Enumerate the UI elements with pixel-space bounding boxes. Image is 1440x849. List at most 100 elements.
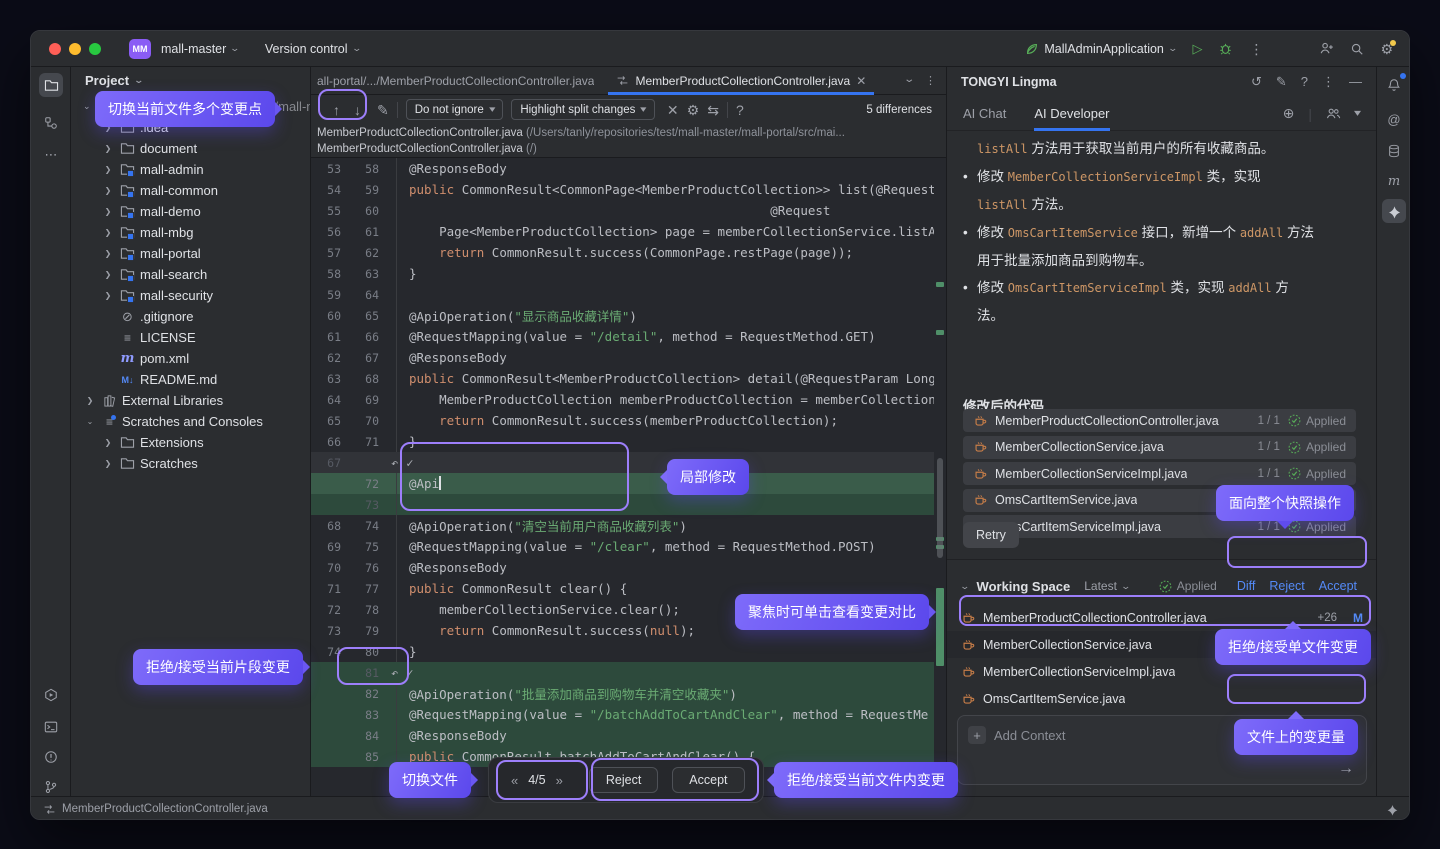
tree-item-mall-common[interactable]: ❯mall-common: [71, 180, 311, 201]
code-line[interactable]: 6065@ApiOperation("显示商品收藏详情"): [311, 305, 934, 326]
reject-file-button[interactable]: Reject: [589, 767, 658, 793]
modified-file-card[interactable]: MemberCollectionService.java1 / 1Applied: [963, 436, 1356, 459]
workspace-accept-link[interactable]: Accept: [1319, 579, 1357, 593]
terminal-tool-button[interactable]: [39, 715, 63, 739]
swap-sides-icon[interactable]: ⇆: [707, 103, 719, 117]
workspace-reject-link[interactable]: Reject: [1269, 579, 1304, 593]
code-line[interactable]: 6166@RequestMapping(value = "/detail", m…: [311, 326, 934, 347]
code-line[interactable]: 82@ApiOperation("批量添加商品到购物车并清空收藏夹"): [311, 683, 934, 704]
close-tab-icon[interactable]: ✕: [856, 74, 866, 88]
tree-item-mall-admin[interactable]: ❯mall-admin: [71, 159, 311, 180]
code-line[interactable]: 5661 Page<MemberProductCollection> page …: [311, 221, 934, 242]
highlight-mode-dropdown[interactable]: Highlight split changes▾: [511, 99, 655, 120]
next-file-icon[interactable]: »: [556, 773, 563, 788]
help-icon[interactable]: ?: [1301, 74, 1308, 90]
accept-snippet-icon[interactable]: ✓: [406, 456, 413, 470]
more-icon[interactable]: ⋮: [1322, 74, 1335, 90]
tree-item-scratches[interactable]: ❯Scratches: [71, 453, 311, 474]
problems-tool-button[interactable]: [39, 745, 63, 769]
code-line[interactable]: 6368public CommonResult<MemberProductCol…: [311, 368, 934, 389]
code-line[interactable]: 5459public CommonResult<CommonPage<Membe…: [311, 179, 934, 200]
tree-item-document[interactable]: ❯document: [71, 138, 311, 159]
help-icon[interactable]: ?: [736, 103, 744, 117]
run-configuration-selector[interactable]: MallAdminApplication⌄: [1025, 42, 1176, 56]
tab-ai-developer[interactable]: AI Developer: [1034, 97, 1109, 131]
code-line[interactable]: 6267@ResponseBody: [311, 347, 934, 368]
tab-options-icon[interactable]: ⋮: [925, 74, 936, 87]
scrollbar-thumb[interactable]: [937, 458, 943, 558]
tree-item-mall-security[interactable]: ❯mall-security: [71, 285, 311, 306]
tree-item-license[interactable]: ≡LICENSE: [71, 327, 311, 348]
tree-item--gitignore[interactable]: ⊘.gitignore: [71, 306, 311, 327]
minimize-panel-icon[interactable]: —: [1349, 74, 1362, 90]
revert-snippet-icon[interactable]: ↶: [391, 666, 398, 680]
send-icon[interactable]: →: [1338, 760, 1354, 778]
new-chat-icon[interactable]: ✎: [1276, 74, 1287, 90]
previous-change-button[interactable]: ↑: [333, 103, 340, 117]
workspace-file-row[interactable]: OmsCartItemService.java: [947, 685, 1376, 712]
previous-file-icon[interactable]: «: [511, 773, 518, 788]
accept-file-button[interactable]: Accept: [672, 767, 744, 793]
lingma-status-icon[interactable]: [1386, 803, 1399, 816]
services-tool-button[interactable]: [39, 683, 63, 707]
code-line[interactable]: 5358@ResponseBody: [311, 158, 934, 179]
commit-tool-button[interactable]: [39, 111, 63, 135]
history-icon[interactable]: ↺: [1251, 74, 1262, 90]
modified-file-card[interactable]: MemberProductCollectionController.java1 …: [963, 409, 1356, 432]
run-button[interactable]: ▷: [1192, 42, 1202, 55]
settings-button[interactable]: ⚙: [1380, 42, 1393, 56]
add-user-button[interactable]: [1319, 41, 1334, 56]
more-actions-button[interactable]: ⋮: [1249, 42, 1263, 56]
snippet-action-row[interactable]: 81↶✓: [311, 662, 934, 683]
add-context-button[interactable]: + Add Context: [968, 726, 1066, 744]
code-line[interactable]: 5762 return CommonResult.success(CommonP…: [311, 242, 934, 263]
edit-source-icon[interactable]: ✎: [377, 103, 389, 117]
new-session-icon[interactable]: ⊕: [1283, 105, 1295, 122]
workspace-file-row[interactable]: MemberProductCollectionController.java+2…: [947, 604, 1376, 631]
chevron-down-icon[interactable]: ⌄: [903, 74, 915, 87]
zoom-window-icon[interactable]: [89, 43, 101, 55]
project-panel-header[interactable]: Project⌄: [71, 67, 310, 93]
snippet-action-row[interactable]: 67↶✓: [311, 452, 934, 473]
code-line[interactable]: 7076@ResponseBody: [311, 557, 934, 578]
diff-settings-icon[interactable]: ⚙: [687, 103, 700, 117]
code-line[interactable]: 5560 @Request: [311, 200, 934, 221]
tab-ai-chat[interactable]: AI Chat: [963, 97, 1006, 131]
minimize-window-icon[interactable]: [69, 43, 81, 55]
tree-item-readme-md[interactable]: M↓README.md: [71, 369, 311, 390]
code-line[interactable]: 6874@ApiOperation("清空当前用户商品收藏列表"): [311, 515, 934, 536]
revert-snippet-icon[interactable]: ↶: [391, 456, 398, 470]
close-window-icon[interactable]: [49, 43, 61, 55]
more-tools-button[interactable]: ⋯: [39, 143, 63, 167]
project-tool-button[interactable]: [39, 73, 63, 97]
mentions-tool-button[interactable]: @: [1382, 107, 1406, 131]
next-change-button[interactable]: ↓: [354, 103, 361, 117]
tree-item-extensions[interactable]: ❯Extensions: [71, 432, 311, 453]
code-line[interactable]: 6671}: [311, 431, 934, 452]
tree-item-mall-portal[interactable]: ❯mall-portal: [71, 243, 311, 264]
version-control-menu[interactable]: Version control⌄: [265, 42, 360, 56]
snapshot-version-dropdown[interactable]: Latest⌄: [1084, 579, 1129, 593]
tree-item-mall-demo[interactable]: ❯mall-demo: [71, 201, 311, 222]
code-line[interactable]: 6570 return CommonResult.success(memberP…: [311, 410, 934, 431]
ignore-mode-dropdown[interactable]: Do not ignore▾: [406, 99, 504, 120]
search-everywhere-button[interactable]: [1350, 42, 1364, 56]
code-line[interactable]: 72@Api: [311, 473, 934, 494]
notifications-button[interactable]: [1382, 73, 1406, 97]
retry-button[interactable]: Retry: [963, 522, 1019, 548]
modified-file-card[interactable]: MemberCollectionServiceImpl.java1 / 1App…: [963, 462, 1356, 485]
tree-item-mall-search[interactable]: ❯mall-search: [71, 264, 311, 285]
editor-tab-active[interactable]: MemberProductCollectionController.java ✕: [608, 67, 874, 95]
workspace-diff-link[interactable]: Diff: [1237, 579, 1256, 593]
tree-item-scratches-and-consoles[interactable]: ⌄≡Scratches and Consoles: [71, 411, 311, 432]
lingma-tool-button[interactable]: [1382, 199, 1406, 223]
editor-tab-inactive[interactable]: all-portal/.../MemberProductCollectionCo…: [311, 74, 594, 88]
code-line[interactable]: 84@ResponseBody: [311, 725, 934, 746]
chevron-expanded-icon[interactable]: ⌄: [83, 101, 91, 112]
code-line[interactable]: 6975@RequestMapping(value = "/clear", me…: [311, 536, 934, 557]
chevron-down-icon[interactable]: ⌄: [959, 581, 970, 592]
code-line[interactable]: 5964: [311, 284, 934, 305]
tree-item-mall-mbg[interactable]: ❯mall-mbg: [71, 222, 311, 243]
database-tool-button[interactable]: [1382, 139, 1406, 163]
agents-icon[interactable]: [1326, 107, 1341, 120]
